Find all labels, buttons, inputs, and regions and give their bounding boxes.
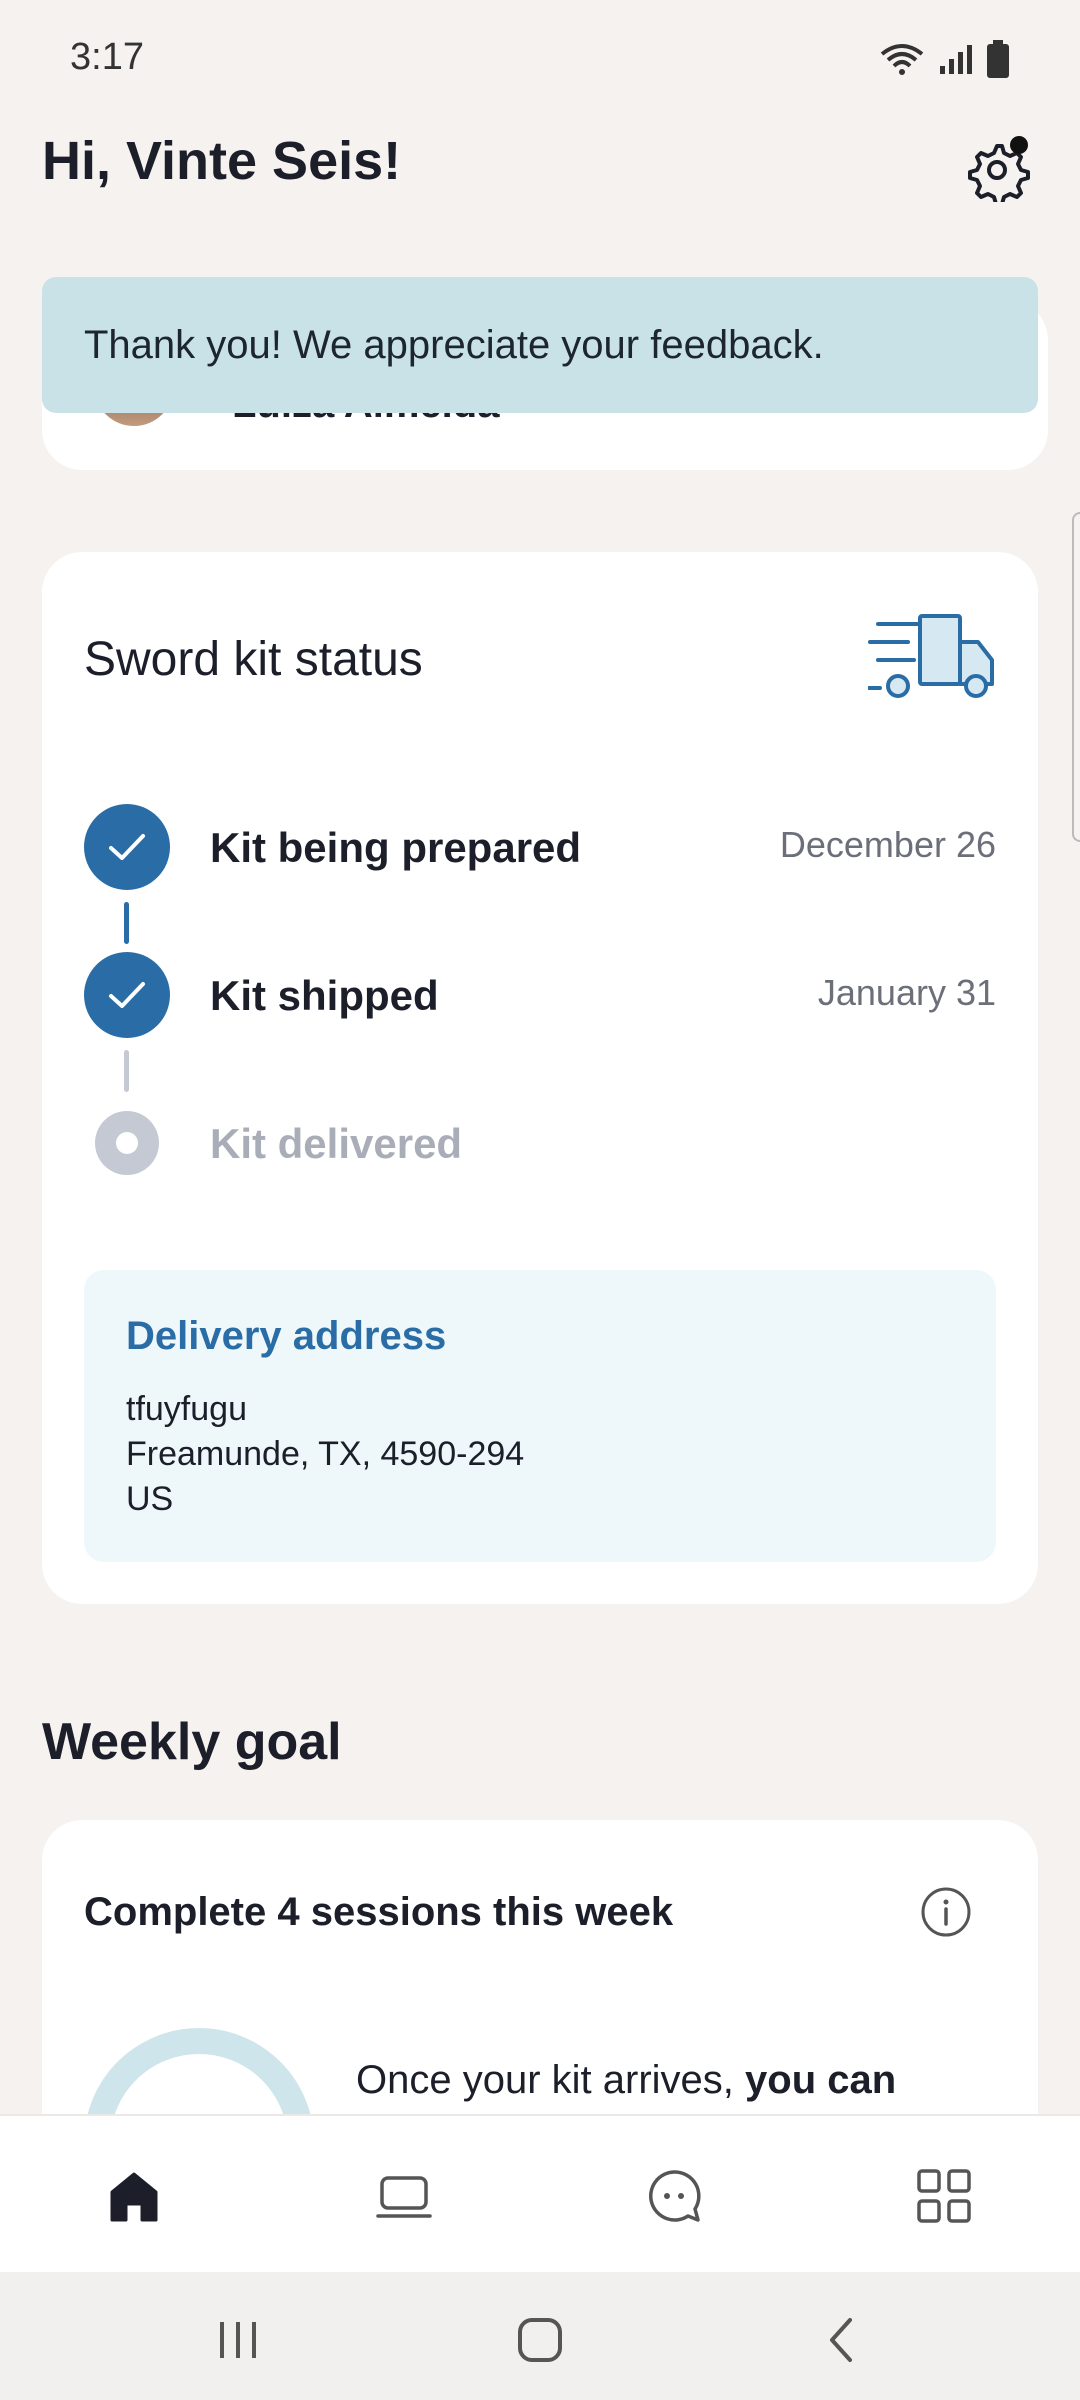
nav-home[interactable]: [104, 2166, 164, 2226]
address-line: tfuyfugu: [126, 1390, 247, 1428]
settings-button[interactable]: [962, 132, 1032, 206]
step-date: January 31: [817, 972, 996, 1013]
address-line: US: [126, 1480, 174, 1518]
signal-icon: [940, 45, 972, 74]
step-label: Kit shipped: [210, 972, 439, 1019]
nav-more[interactable]: [914, 2166, 974, 2226]
system-nav-bar: [0, 2272, 1080, 2400]
page-title: Hi, Vinte Seis!: [42, 131, 402, 191]
home-square-icon: [518, 2318, 562, 2362]
delivery-address-title: Delivery address: [126, 1314, 447, 1358]
scroll-handle[interactable]: [1072, 512, 1080, 842]
goal-card-title: Complete 4 sessions this week: [84, 1890, 674, 1934]
address-line: Freamunde, TX, 4590-294: [126, 1435, 525, 1473]
step-label: Kit being prepared: [210, 824, 582, 871]
recent-apps-button[interactable]: [208, 2310, 268, 2370]
back-button[interactable]: [812, 2310, 872, 2370]
step-connector: [124, 902, 129, 944]
home-button[interactable]: [510, 2310, 570, 2370]
check-icon: [84, 952, 170, 1038]
back-icon: [830, 2318, 852, 2362]
pending-step-icon: [95, 1111, 159, 1175]
grid-icon: [917, 2169, 971, 2223]
kit-step-delivered: Kit delivered: [84, 1100, 996, 1190]
check-icon: [84, 804, 170, 890]
status-icons: [880, 40, 1010, 78]
step-label: Kit delivered: [210, 1120, 463, 1167]
kit-status-title: Sword kit status: [84, 633, 423, 686]
nav-sessions[interactable]: [374, 2166, 434, 2226]
laptop-icon: [376, 2176, 432, 2218]
nav-chat[interactable]: [644, 2166, 704, 2226]
truck-icon: [868, 614, 994, 698]
bottom-nav: [0, 2114, 1080, 2272]
goal-message: Once your kit arrives, you can: [356, 2058, 896, 2103]
kit-step-prepared: Kit being prepared December 26: [84, 804, 996, 894]
step-connector: [124, 1050, 129, 1092]
chat-icon: [649, 2170, 701, 2222]
notification-dot: [1010, 136, 1028, 154]
toast-message: Thank you! We appreciate your feedback.: [84, 322, 824, 367]
feedback-toast: Thank you! We appreciate your feedback.: [42, 277, 1038, 413]
recent-apps-icon: [220, 2322, 256, 2358]
home-icon: [110, 2172, 158, 2222]
status-bar: 3:17: [0, 0, 1080, 120]
info-icon[interactable]: [920, 1886, 972, 1938]
status-time: 3:17: [70, 36, 144, 78]
wifi-icon: [880, 44, 924, 75]
kit-step-shipped: Kit shipped January 31: [84, 952, 996, 1042]
delivery-address: Delivery address tfuyfugu Freamunde, TX,…: [84, 1270, 996, 1562]
goal-message-text: Once your kit arrives,: [356, 2058, 746, 2102]
weekly-goal-title: Weekly goal: [42, 1713, 342, 1771]
goal-message-bold: you can: [745, 2058, 897, 2102]
battery-icon: [987, 40, 1009, 78]
kit-status-card: Sword kit status Kit being prepared Dece…: [42, 552, 1038, 1604]
step-date: December 26: [779, 824, 996, 865]
